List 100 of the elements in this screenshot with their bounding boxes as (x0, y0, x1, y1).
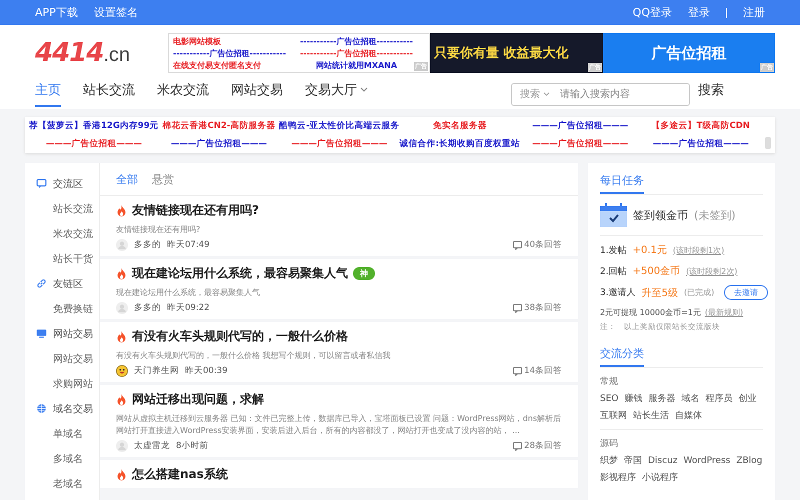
post-time: 8小时前 (176, 440, 208, 452)
logo-suffix[interactable]: .cn (103, 44, 130, 67)
category-tag[interactable]: 小说程序 (642, 471, 678, 484)
ad-link[interactable]: 诚信合作:长期收购百度权重站 (400, 138, 520, 150)
checkin-label[interactable]: 签到领金币 (633, 208, 688, 222)
reply-count: 40条回答 (524, 239, 562, 251)
post-title[interactable]: 网站迁移出现问题，求解 (132, 391, 264, 408)
withdraw-rule: 2元可提现 10000金币=1元 (600, 307, 701, 318)
monitor-icon (36, 328, 47, 339)
ad-link[interactable]: 电影网站模板 (173, 36, 221, 46)
category-tag[interactable]: 帝国 (624, 454, 642, 467)
category-tag[interactable]: 站长生活 (633, 409, 669, 422)
nav-tab[interactable]: 网站交易 (231, 81, 283, 107)
category-group-title: 常规 (600, 376, 619, 388)
avatar-icon (116, 302, 128, 314)
category-tag[interactable]: 赚钱 (624, 392, 642, 405)
nav-tab[interactable]: 主页 (35, 81, 61, 107)
logo-text[interactable]: 4414 (35, 38, 104, 68)
sidebar-item[interactable]: 米农交流 (25, 221, 99, 246)
top-link[interactable]: QQ登录 (632, 5, 672, 20)
ad-link[interactable]: 【多途云】T级高防CDN (640, 120, 761, 132)
task-label: 1.发帖 (600, 244, 627, 256)
search-button[interactable]: 搜索 (698, 82, 753, 106)
category-tag[interactable]: 互联网 (600, 409, 627, 422)
sidebar-item[interactable]: 多域名 (25, 446, 89, 471)
scroll-thumb[interactable] (765, 137, 771, 149)
nav-tab[interactable]: 交易大厅 (305, 81, 368, 107)
sidebar-group[interactable]: 网站交易 (53, 326, 93, 340)
author-name[interactable]: 多多的 (134, 302, 161, 314)
checkin-status: (未签到) (694, 208, 736, 222)
sidebar-item[interactable]: 老域名 (25, 471, 89, 496)
top-link[interactable]: 设置签名 (94, 5, 138, 20)
sidebar-item[interactable]: 站长干货 (25, 246, 99, 271)
category-tag[interactable]: 域名 (681, 392, 700, 405)
category-tag[interactable]: Discuz (648, 454, 678, 467)
category-tag[interactable]: 程序员 (705, 392, 732, 405)
ad-link[interactable]: -----------广告位招租----------- (173, 48, 286, 58)
sidebar-item[interactable]: 网站交易 (25, 346, 99, 371)
ad-link[interactable]: 网站统计就用MXANA (316, 60, 398, 70)
sidebar-item[interactable]: 免费换链 (25, 296, 99, 321)
category-tag[interactable]: WordPress (684, 454, 730, 467)
sidebar-group[interactable]: 交流区 (53, 176, 83, 190)
comment-icon (513, 240, 522, 250)
avatar-icon (116, 239, 128, 251)
author-name[interactable]: 太虚雷龙 (134, 440, 170, 452)
top-link[interactable]: 登录 (688, 5, 710, 20)
ad-link[interactable]: ———广告位招租——— (29, 138, 159, 150)
category-tag[interactable]: 织梦 (600, 454, 618, 467)
flame-icon (116, 267, 127, 280)
ad-link[interactable]: -----------广告位招租----------- (300, 36, 413, 46)
sidebar-item[interactable]: 单域名 (25, 421, 89, 446)
post-time: 昨天00:39 (185, 365, 228, 377)
sidebar-item[interactable]: 求购网站 (25, 371, 99, 396)
ad-link[interactable]: 免实名服务器 (400, 120, 520, 132)
sidebar-item[interactable]: 站长交流 (25, 196, 99, 221)
category-tag[interactable]: ZBlog (736, 454, 762, 467)
nav-tab[interactable]: 米农交流 (157, 81, 209, 107)
feed-tab[interactable]: 悬赏 (152, 172, 174, 186)
ad-link[interactable]: 在线支付易支付匿名支付 (173, 60, 261, 70)
category-tag[interactable]: 影视程序 (600, 471, 636, 484)
post-title[interactable]: 有没有火车头规则代写的，一般什么价格 (132, 328, 348, 345)
task-label: 2.回帖 (600, 266, 627, 278)
task-note: (已完成) (684, 287, 714, 298)
category-tag[interactable]: 创业 (738, 392, 756, 405)
calendar-check-icon (600, 203, 627, 227)
ad-link[interactable]: ———广告位招租——— (520, 138, 641, 150)
section-title: 每日任务 (600, 163, 644, 194)
post-title[interactable]: 现在建论坛用什么系统，最容易聚集人气 (132, 265, 348, 282)
top-link[interactable]: APP下载 (35, 5, 78, 20)
comment-icon (513, 304, 522, 312)
feed-tab[interactable]: 全部 (116, 172, 138, 186)
task-reward: +500金币 (632, 264, 680, 278)
ad-link[interactable]: 棉花云香港CN2-高防服务器 (158, 120, 280, 132)
author-name[interactable]: 多多的 (134, 239, 161, 251)
task-reward: +0.1元 (632, 244, 667, 257)
flame-icon (116, 468, 127, 481)
ad-link[interactable]: ———广告位招租——— (279, 138, 400, 150)
category-tag[interactable]: 服务器 (648, 392, 676, 405)
post-title[interactable]: 友情链接现在还有用吗? (132, 202, 259, 219)
ad-link[interactable]: ———广告位招租——— (640, 138, 761, 150)
author-name[interactable]: 天门养生网 (134, 365, 179, 377)
sidebar-group[interactable]: 域名交易 (53, 402, 93, 416)
flame-icon (116, 330, 127, 343)
section-title: 交流分类 (600, 336, 644, 367)
ad-link[interactable]: -----------广告位招租----------- (300, 48, 413, 58)
ad-link[interactable]: ———广告位招租——— (158, 138, 280, 150)
category-tag[interactable]: 自媒体 (675, 409, 702, 422)
comment-icon (513, 442, 522, 450)
ad-link[interactable]: 酷鸭云-亚太性价比高端云服务 (279, 120, 400, 132)
comment-icon (513, 366, 522, 376)
sidebar-group[interactable]: 友链区 (53, 276, 83, 290)
top-link[interactable]: 注册 (743, 5, 765, 20)
post-title[interactable]: 怎么搭建nas系统 (132, 466, 228, 483)
nav-tab[interactable]: 站长交流 (83, 81, 135, 107)
ad-link[interactable]: 荐【菠萝云】香港12G内存99元 (29, 120, 159, 132)
globe-icon (36, 403, 47, 414)
category-tag[interactable]: SEO (600, 392, 618, 405)
link-icon (36, 278, 47, 289)
invite-button[interactable]: 去邀请 (724, 285, 768, 300)
ad-link[interactable]: ———广告位招租——— (520, 120, 641, 132)
